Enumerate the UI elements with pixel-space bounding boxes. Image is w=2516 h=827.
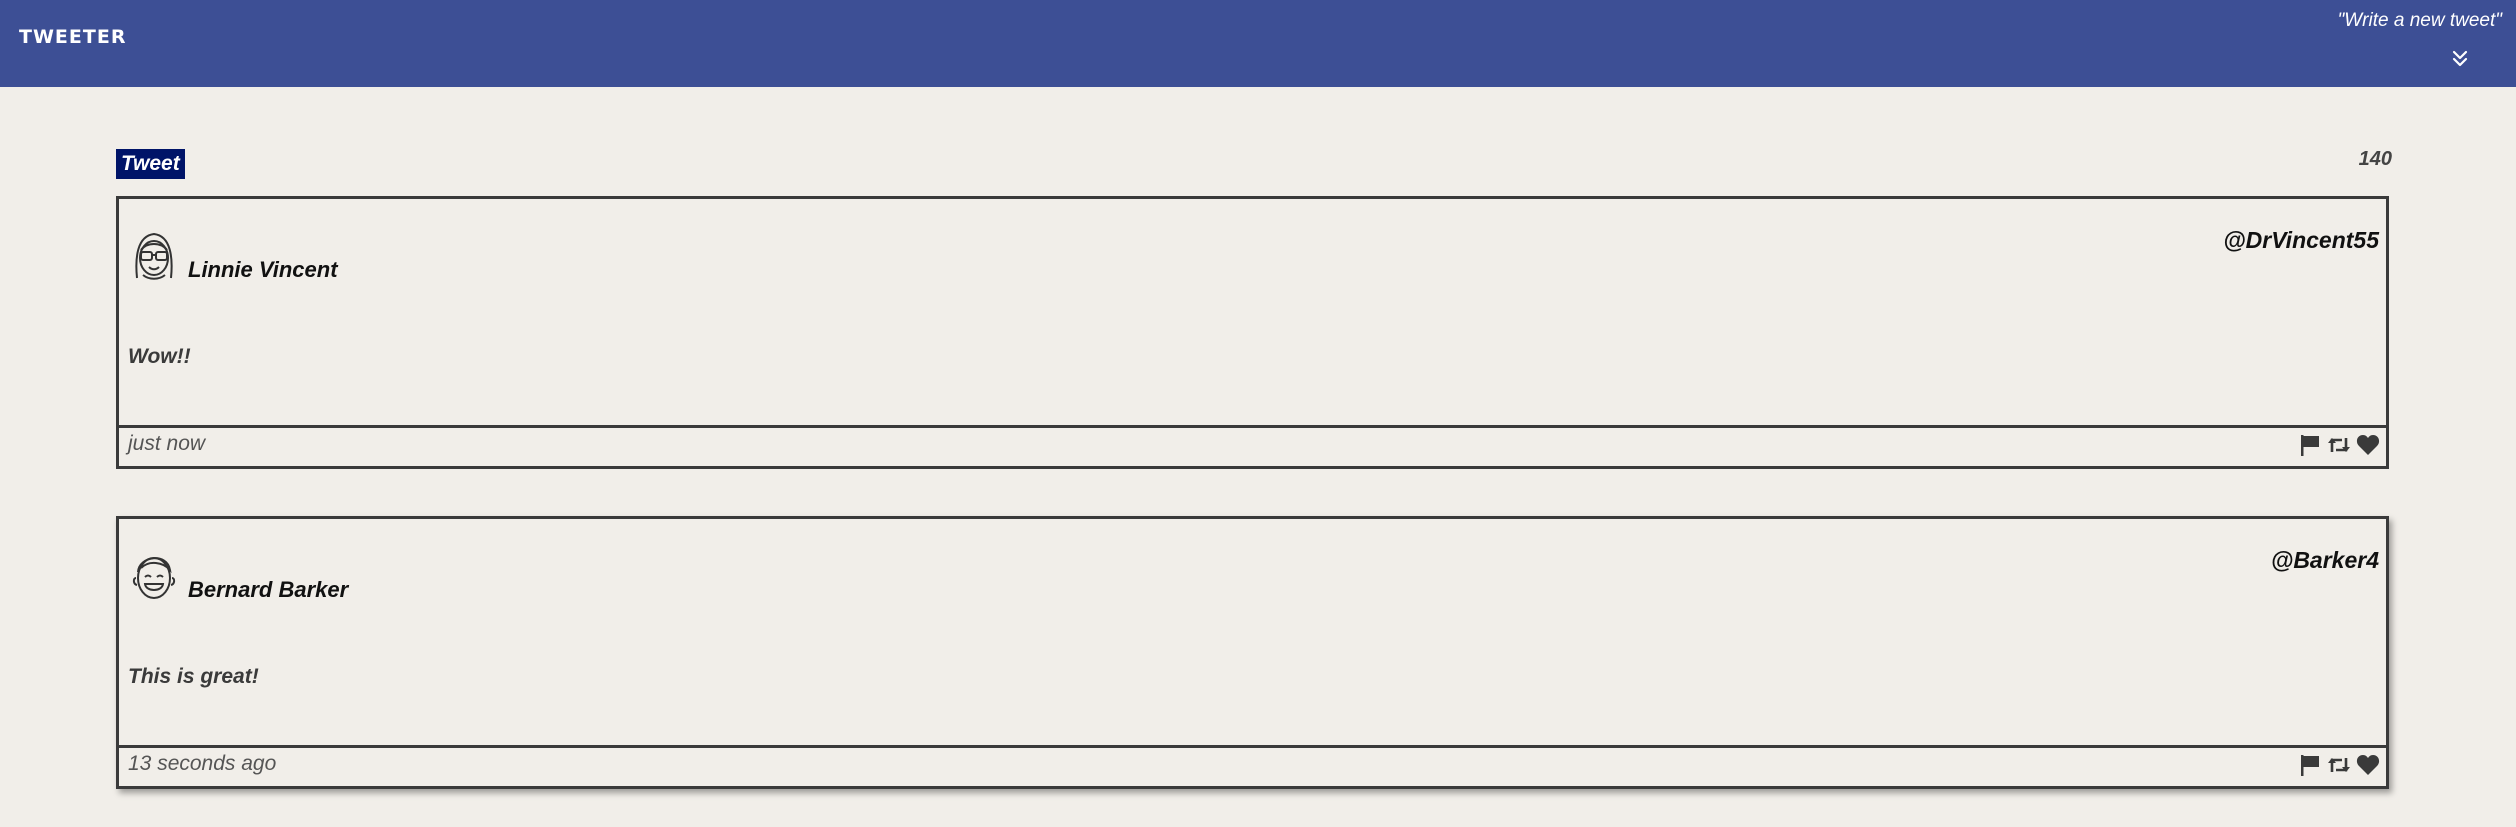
tweet-actions (2298, 433, 2380, 457)
tweet-label: Tweet (116, 149, 185, 179)
tweet-timestamp: 13 seconds ago (128, 752, 277, 775)
double-chevron-down-icon[interactable] (2449, 48, 2471, 70)
tweet-timestamp: just now (128, 432, 206, 455)
tweet-author-name: Bernard Barker (188, 577, 349, 602)
compose-label[interactable]: "Write a new tweet" (2338, 10, 2503, 32)
navbar: TWEETER "Write a new tweet" (0, 0, 2516, 87)
flag-icon[interactable] (2298, 433, 2322, 457)
tweet-footer: just now (119, 425, 2386, 466)
avatar-glasses-icon (135, 232, 173, 280)
tweet-actions (2298, 753, 2380, 777)
tweet-card: Bernard Barker @Barker4 This is great! 1… (116, 516, 2389, 789)
tweet-footer: 13 seconds ago (119, 745, 2386, 786)
tweet-author-handle: @DrVincent55 (2223, 227, 2379, 253)
tweet-content: Wow!! (128, 345, 191, 368)
tweet-card: Linnie Vincent @DrVincent55 Wow!! just n… (116, 196, 2389, 469)
tweet-author-handle: @Barker4 (2270, 547, 2379, 573)
retweet-icon[interactable] (2327, 753, 2351, 777)
retweet-icon[interactable] (2327, 433, 2351, 457)
brand-logo[interactable]: TWEETER (19, 26, 126, 48)
char-counter: 140 (2358, 148, 2392, 170)
avatar-smile-icon (132, 557, 176, 599)
tweet-author-name: Linnie Vincent (188, 257, 338, 282)
flag-icon[interactable] (2298, 753, 2322, 777)
compose-toggle[interactable]: "Write a new tweet" (2282, 10, 2502, 76)
heart-icon[interactable] (2356, 753, 2380, 777)
heart-icon[interactable] (2356, 433, 2380, 457)
tweet-content: This is great! (128, 665, 259, 688)
